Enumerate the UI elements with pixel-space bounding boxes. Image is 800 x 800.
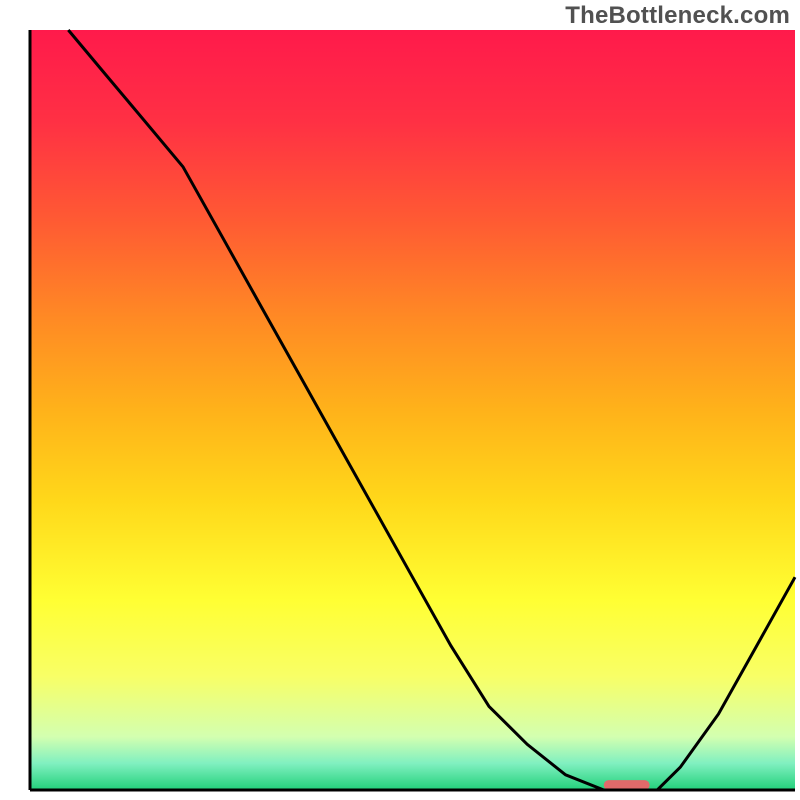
chart-container: TheBottleneck.com <box>0 0 800 800</box>
plot-background <box>30 30 795 790</box>
bottleneck-chart <box>0 0 800 800</box>
